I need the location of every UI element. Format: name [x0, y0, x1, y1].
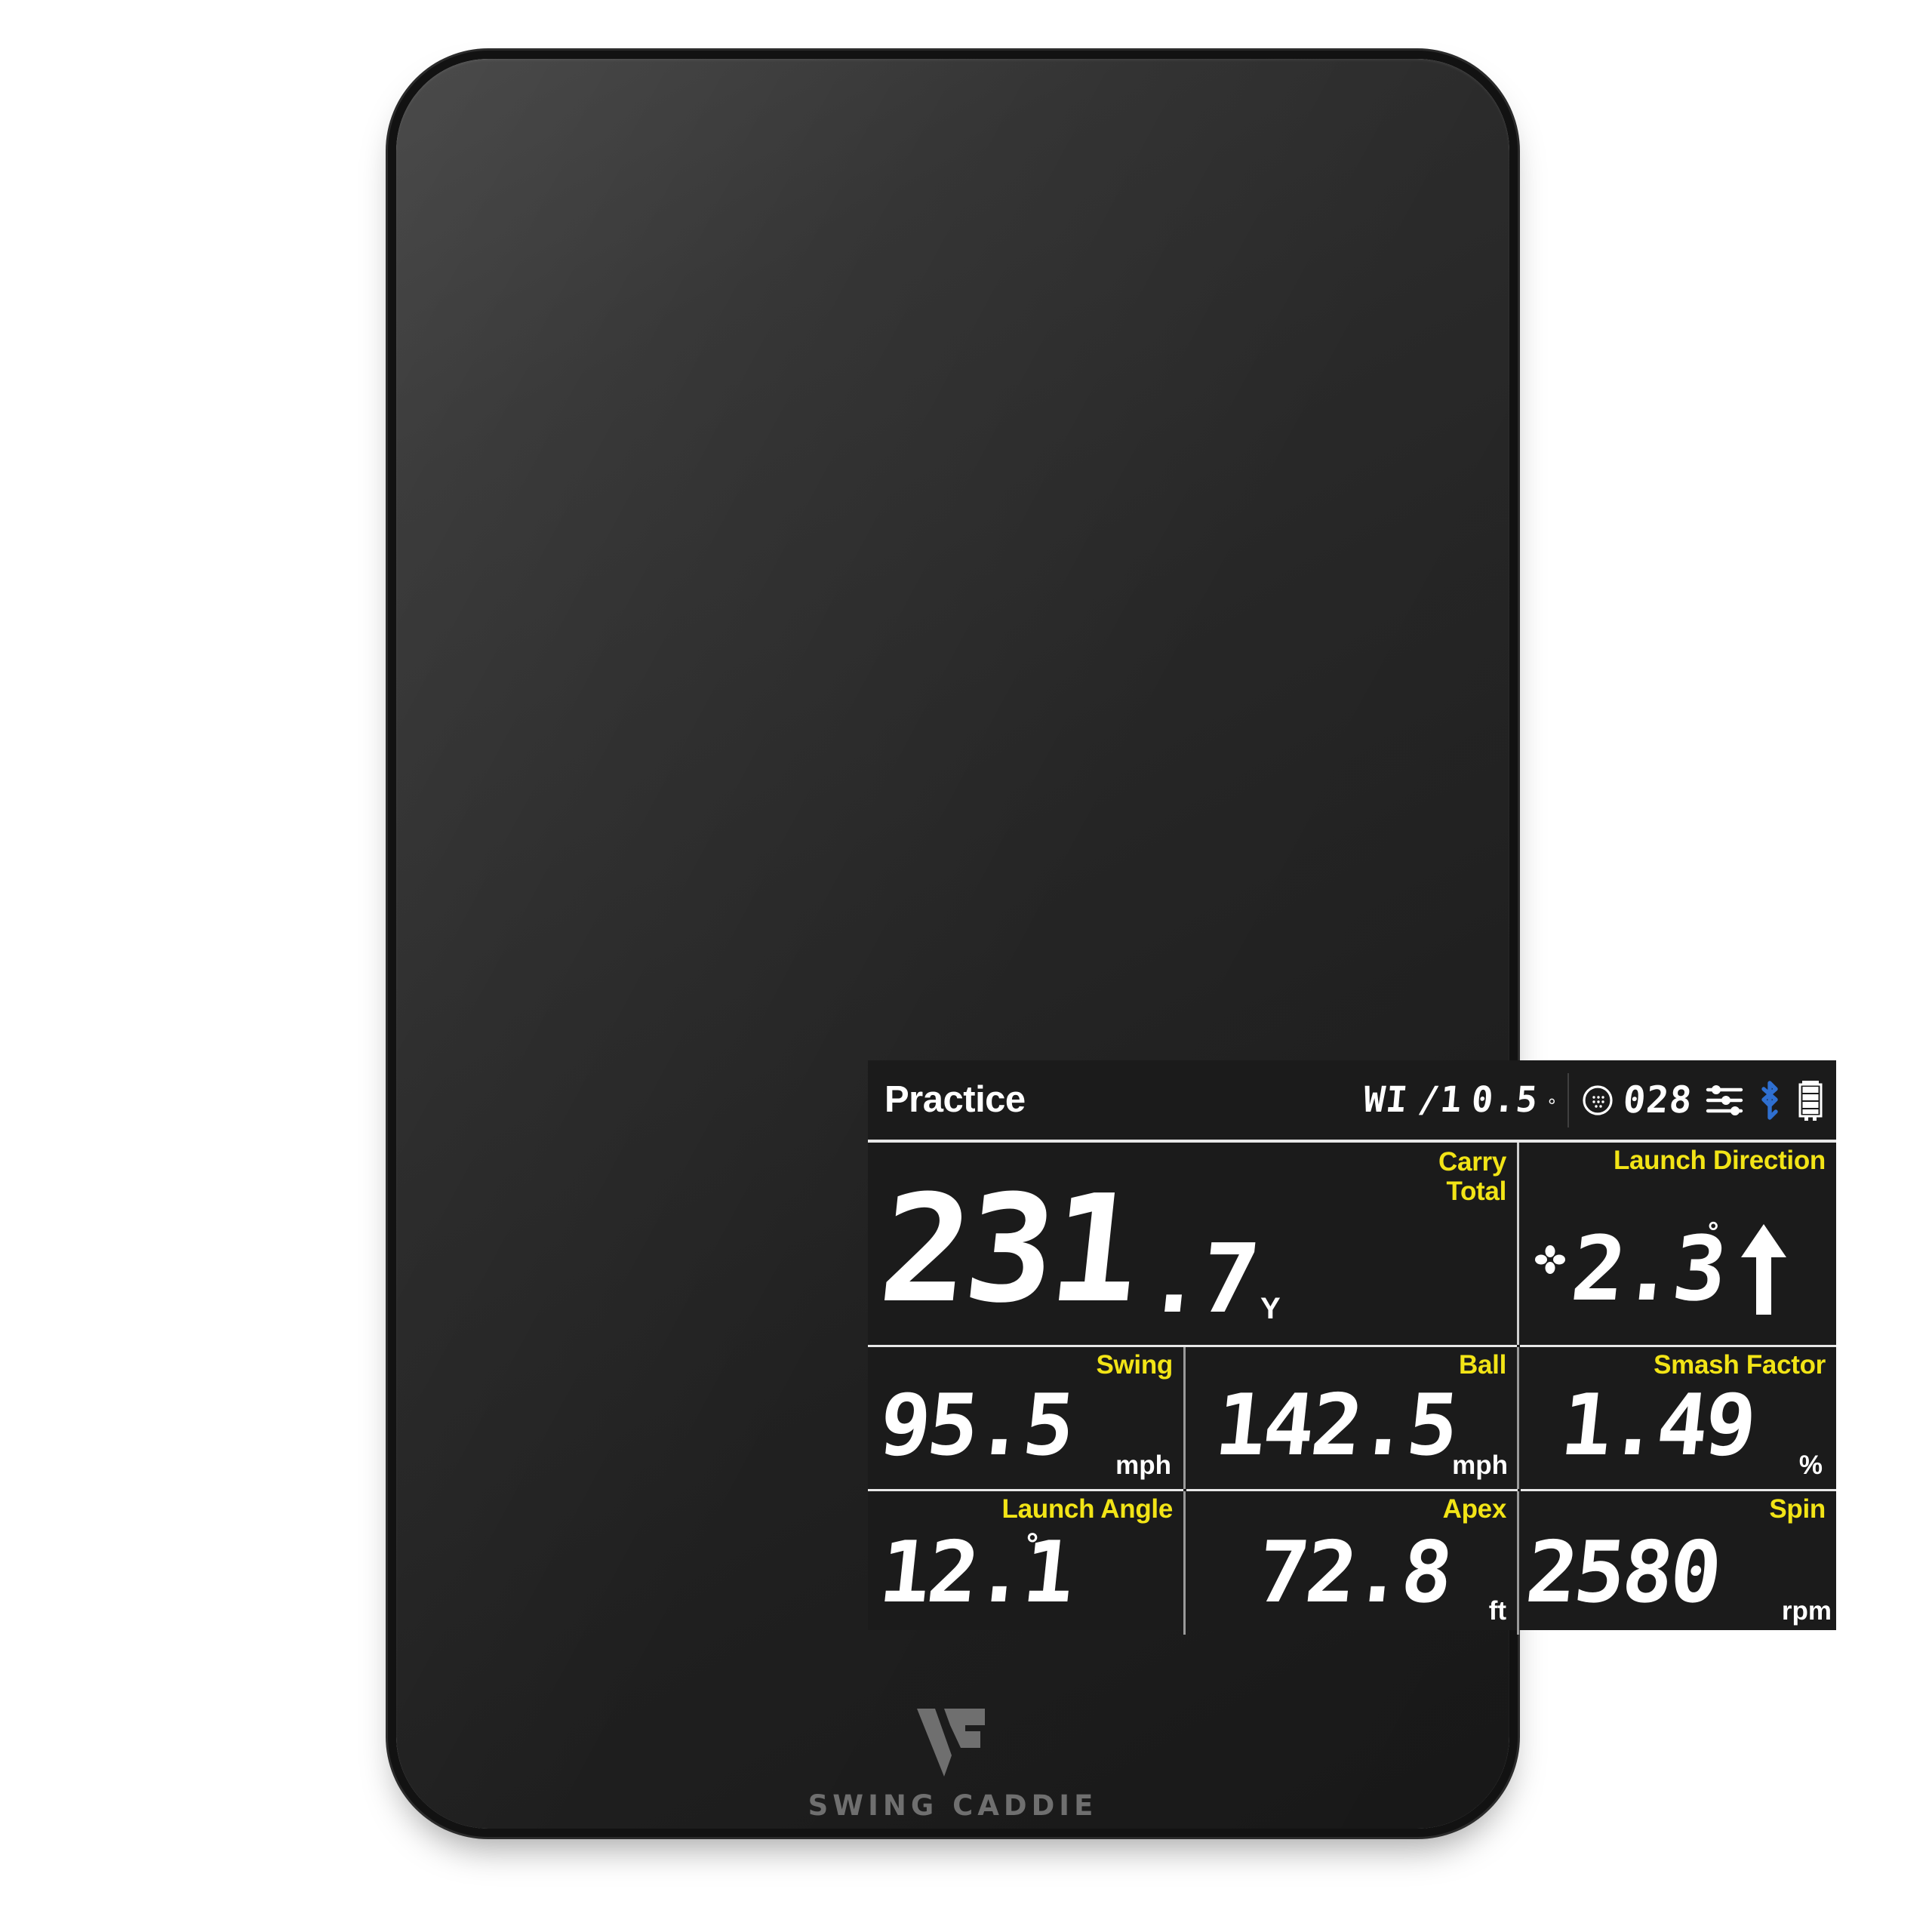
spin-cell[interactable]: Spin 2580 rpm [1519, 1491, 1836, 1635]
launch-direction-label: Launch Direction [1613, 1146, 1826, 1175]
direction-cross-icon [1533, 1242, 1567, 1281]
brand-logo-text: SWING CADDIE [808, 1789, 1098, 1822]
carry-unit: Y [1260, 1292, 1281, 1325]
ball-value: 142.5 [1211, 1377, 1460, 1475]
golf-ball-icon [1581, 1084, 1614, 1117]
battery-full-icon [1797, 1077, 1824, 1124]
screenshot-stage: Practice WI /1 0.5 ° 028 Carry Total 231… [0, 0, 1932, 1932]
smash-factor-value: 1.49 [1556, 1377, 1758, 1475]
total-label: Total [1446, 1177, 1506, 1207]
launch-direction-value: 2.3 [1566, 1217, 1730, 1321]
smash-factor-unit: % [1798, 1451, 1823, 1480]
wind-indicator: WI /1 0.5 ° [1361, 1079, 1556, 1121]
carry-label: Carry [1438, 1147, 1506, 1177]
wind-slash-value: /1 [1416, 1079, 1464, 1121]
sliders-settings-icon[interactable] [1705, 1081, 1744, 1119]
metrics-row-middle: Swing 95.5 mph Ball 142.5 mph Smash Fact… [868, 1347, 1836, 1489]
launch-monitor-device: Practice WI /1 0.5 ° 028 Carry Total 231… [396, 59, 1836, 1829]
carry-total-label: Carry Total [1438, 1147, 1506, 1206]
metrics-row-top: Carry Total 231 .7 Y Launch Direction 2.… [868, 1143, 1836, 1345]
metrics-grid: Carry Total 231 .7 Y Launch Direction 2.… [868, 1143, 1836, 1635]
apex-value: 72.8 [1253, 1524, 1455, 1622]
smash-factor-label: Smash Factor [1654, 1350, 1826, 1380]
launch-angle-label: Launch Angle [1001, 1494, 1174, 1524]
swing-unit: mph [1115, 1451, 1171, 1480]
status-divider [1567, 1072, 1570, 1128]
shot-count-value: 028 [1621, 1078, 1695, 1121]
launch-angle-value: 12.1 [875, 1524, 1077, 1622]
wind-degree-symbol: ° [1548, 1094, 1556, 1117]
arrow-up-icon [1737, 1221, 1791, 1321]
brand-logo: SWING CADDIE [396, 1704, 1509, 1822]
ball-unit: mph [1452, 1451, 1508, 1480]
carry-value-decimal: .7 [1141, 1223, 1262, 1334]
vc-monogram-logo [912, 1704, 994, 1780]
apex-cell[interactable]: Apex 72.8 ft [1186, 1491, 1517, 1635]
status-indicators: WI /1 0.5 ° 028 [1361, 1072, 1824, 1128]
apex-label: Apex [1442, 1494, 1507, 1524]
metrics-row-bottom: Launch Angle 12.1 ° Apex 72.8 ft Spin 25… [868, 1491, 1836, 1635]
shot-counter: 028 [1581, 1078, 1695, 1121]
launch-angle-unit: ° [1026, 1527, 1038, 1561]
mode-label: Practice [884, 1079, 1026, 1120]
spin-label: Spin [1769, 1494, 1826, 1524]
spin-unit: rpm [1781, 1596, 1832, 1626]
swing-label: Swing [1096, 1350, 1173, 1380]
carry-total-cell[interactable]: Carry Total 231 .7 Y [868, 1143, 1517, 1345]
wind-speed-value: 0.5 [1469, 1079, 1540, 1121]
wind-direction-value: WI [1361, 1079, 1410, 1121]
swing-speed-cell[interactable]: Swing 95.5 mph [868, 1347, 1183, 1489]
ball-label: Ball [1459, 1350, 1506, 1380]
carry-value-integer: 231 [872, 1164, 1144, 1336]
spin-value: 2580 [1521, 1524, 1724, 1622]
apex-unit: ft [1488, 1596, 1506, 1626]
swing-value: 95.5 [875, 1377, 1077, 1475]
ball-speed-cell[interactable]: Ball 142.5 mph [1186, 1347, 1517, 1489]
bluetooth-icon[interactable] [1755, 1078, 1785, 1122]
launch-direction-degree: ° [1708, 1216, 1719, 1247]
launch-angle-cell[interactable]: Launch Angle 12.1 ° [868, 1491, 1183, 1635]
launch-direction-cell[interactable]: Launch Direction 2.3 ° [1519, 1143, 1836, 1345]
status-bar: Practice WI /1 0.5 ° 028 [868, 1060, 1836, 1140]
smash-factor-cell[interactable]: Smash Factor 1.49 % [1519, 1347, 1836, 1489]
lcd-screen: Practice WI /1 0.5 ° 028 Carry Total 231… [868, 1060, 1836, 1635]
